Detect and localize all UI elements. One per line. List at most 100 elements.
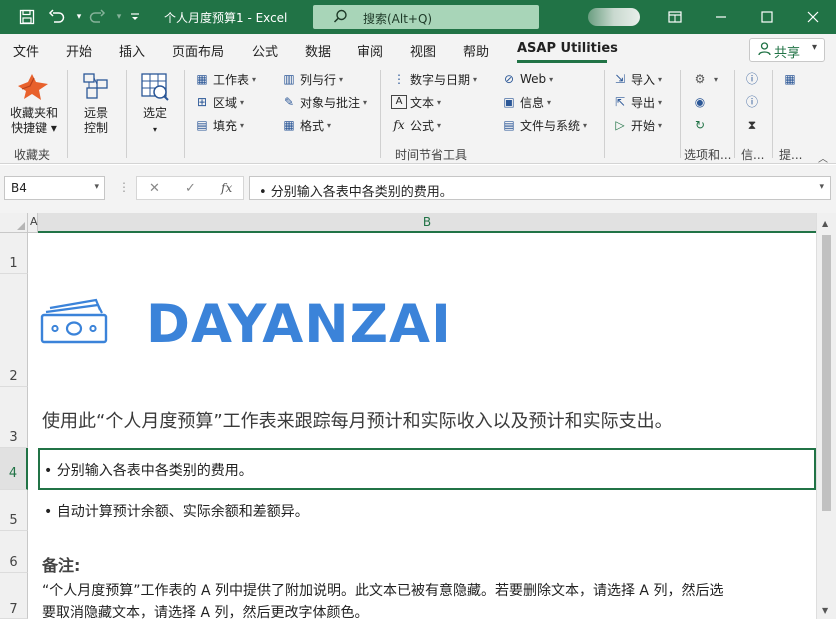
- select-icon[interactable]: [140, 72, 170, 105]
- import-menu[interactable]: ⇲ 导入 ▾: [612, 70, 662, 88]
- cancel-icon[interactable]: ✕: [149, 181, 160, 196]
- notes-heading: 备注:: [42, 556, 81, 575]
- formula-bar-grip-icon: ⋮: [118, 180, 130, 194]
- tips-button[interactable]: ▦: [782, 70, 801, 88]
- gear-icon: ⚙: [694, 72, 706, 86]
- scroll-up-icon[interactable]: ▲: [822, 219, 828, 228]
- chevron-down-icon: ▾: [547, 97, 552, 107]
- run-last-button[interactable]: ◉: [692, 93, 711, 111]
- ribbon-display-icon[interactable]: [652, 0, 698, 34]
- favorites-button[interactable]: 收藏夹和 快捷键 ▾: [4, 106, 64, 136]
- row-header-5[interactable]: 5: [0, 490, 28, 531]
- select-button[interactable]: 选定 ▾: [136, 106, 174, 137]
- row-header-6[interactable]: 6: [0, 531, 28, 573]
- objects-comments-menu[interactable]: ✎ 对象与批注 ▾: [281, 93, 367, 111]
- columns-rows-menu[interactable]: ▥ 列与行 ▾: [281, 70, 343, 88]
- close-icon[interactable]: [790, 0, 836, 34]
- name-box[interactable]: B4 ▾: [4, 176, 105, 200]
- chevron-down-icon: ▾: [94, 182, 99, 192]
- export-menu[interactable]: ⇱ 导出 ▾: [612, 93, 662, 111]
- remote-control-button[interactable]: 远景 控制: [78, 106, 114, 136]
- file-system-icon: ▤: [503, 118, 515, 132]
- fill-menu[interactable]: ▤ 填充 ▾: [194, 116, 244, 134]
- tab-home[interactable]: 开始: [66, 41, 92, 60]
- worksheet-grid[interactable]: A B 1 2 3 4 5 6 7 DAYANZAI 使用此“个人月度预算”工作…: [0, 213, 836, 619]
- text-menu[interactable]: A 文本 ▾: [391, 93, 441, 111]
- file-system-label: 文件与系统: [520, 118, 581, 133]
- format-menu[interactable]: ▦ 格式 ▾: [281, 116, 331, 134]
- web-menu[interactable]: ⊘ Web ▾: [501, 70, 553, 88]
- save-icon[interactable]: [16, 7, 38, 27]
- play-circle-icon: ◉: [694, 95, 706, 109]
- tab-asap-utilities[interactable]: ASAP Utilities: [517, 41, 618, 56]
- vertical-scrollbar[interactable]: ▲ ▼: [816, 213, 836, 619]
- tab-data[interactable]: 数据: [305, 41, 331, 60]
- chevron-down-icon: ▾: [240, 120, 245, 130]
- numbers-dates-icon: ⋮: [393, 72, 405, 86]
- info-button[interactable]: ⓘ: [744, 93, 763, 111]
- row-number: 6: [9, 555, 18, 570]
- worksheets-menu[interactable]: ▦ 工作表 ▾: [194, 70, 256, 88]
- account-avatar[interactable]: [588, 8, 640, 26]
- text-label: 文本: [410, 95, 435, 110]
- ribbon-separator: [734, 70, 735, 158]
- insert-function-icon[interactable]: fx: [221, 181, 232, 195]
- tab-view[interactable]: 视图: [410, 41, 436, 60]
- text-icon: A: [391, 95, 407, 109]
- export-icon: ⇱: [614, 95, 626, 109]
- range-menu[interactable]: ⊞ 区域 ▾: [194, 93, 244, 111]
- numbers-dates-menu[interactable]: ⋮ 数字与日期 ▾: [391, 70, 477, 88]
- row-header-1[interactable]: 1: [0, 233, 28, 274]
- select-all-button[interactable]: [0, 213, 28, 233]
- help-button[interactable]: ⓘ: [744, 70, 763, 88]
- undo-icon[interactable]: [46, 7, 68, 27]
- row-number: 2: [9, 369, 18, 384]
- scroll-down-icon[interactable]: ▼: [822, 606, 828, 615]
- file-system-menu[interactable]: ▤ 文件与系统 ▾: [501, 116, 587, 134]
- settings-button[interactable]: ⚙ ▾: [692, 70, 718, 88]
- formulas-menu[interactable]: fx 公式 ▾: [391, 116, 441, 134]
- start-menu[interactable]: ▷ 开始 ▾: [612, 116, 662, 134]
- fill-icon: ▤: [196, 118, 208, 132]
- info-group-label: 信...: [741, 148, 765, 162]
- ribbon-separator: [604, 70, 605, 158]
- tab-file[interactable]: 文件: [13, 41, 39, 60]
- tab-review[interactable]: 审阅: [357, 41, 383, 60]
- scrollbar-thumb[interactable]: [822, 235, 831, 511]
- bullet-item: • 自动计算预计余额、实际余额和差额异。: [44, 504, 309, 520]
- info-menu[interactable]: ▣ 信息 ▾: [501, 93, 551, 111]
- tab-help[interactable]: 帮助: [463, 41, 489, 60]
- minimize-icon[interactable]: [698, 0, 744, 34]
- column-header-a[interactable]: A: [28, 213, 38, 233]
- maximize-icon[interactable]: [744, 0, 790, 34]
- chevron-down-icon: ▾: [252, 74, 257, 84]
- chevron-down-icon[interactable]: ▾: [819, 182, 824, 192]
- formulas-label: 公式: [410, 118, 435, 133]
- row-number: 7: [9, 602, 18, 617]
- objects-comments-label: 对象与批注: [300, 95, 361, 110]
- row-header-3[interactable]: 3: [0, 387, 28, 448]
- remote-control-icon[interactable]: [81, 72, 111, 105]
- row-header-4[interactable]: 4: [0, 448, 28, 490]
- hourglass-button[interactable]: ⧗: [744, 116, 763, 134]
- search-box[interactable]: 搜索(Alt+Q): [313, 5, 539, 29]
- chevron-down-icon: ▾: [658, 97, 663, 107]
- favorites-icon[interactable]: [16, 72, 50, 105]
- row-header-2[interactable]: 2: [0, 274, 28, 387]
- customize-quick-access-icon[interactable]: [124, 7, 146, 27]
- formula-input[interactable]: • 分别输入各表中各类别的费用。 ▾: [249, 176, 831, 200]
- row-header-7[interactable]: 7: [0, 573, 28, 619]
- chevron-down-icon: ▾: [549, 74, 554, 84]
- collapse-ribbon-icon[interactable]: ︿: [818, 150, 828, 165]
- tab-formulas[interactable]: 公式: [252, 41, 278, 60]
- share-icon: [758, 42, 771, 60]
- share-button[interactable]: 共享 ▾: [749, 38, 825, 62]
- remote-label-1: 远景: [83, 106, 108, 120]
- redo-icon[interactable]: [86, 7, 108, 27]
- tab-page-layout[interactable]: 页面布局: [172, 41, 224, 60]
- refresh-button[interactable]: ↻: [692, 116, 711, 134]
- money-icon: [40, 296, 110, 349]
- tab-insert[interactable]: 插入: [119, 41, 145, 60]
- confirm-icon[interactable]: ✓: [185, 181, 196, 196]
- column-header-b[interactable]: B: [38, 213, 816, 233]
